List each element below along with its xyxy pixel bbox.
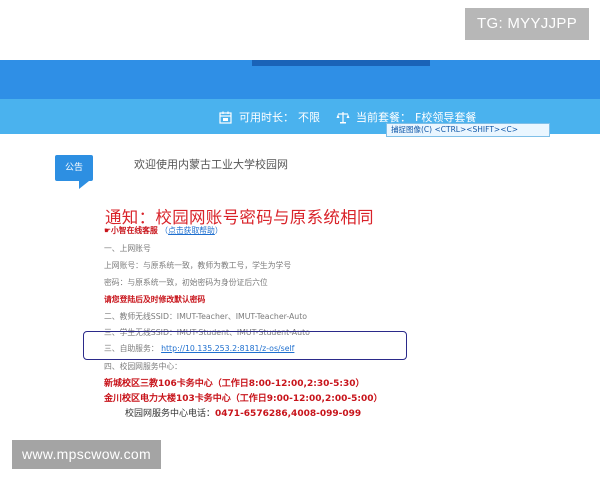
duration-label: 可用时长： (239, 111, 294, 124)
watermark-top: TG: MYYJJPP (465, 8, 589, 40)
screenshot: TG: MYYJJPP 可用时长： 不限 当前套餐： F校领导套餐 捕捉图像(C… (0, 0, 600, 480)
duration-value: 不限 (298, 111, 320, 124)
capture-tooltip: 捕捉图像(C) <CTRL><SHIFT><C> (386, 123, 550, 137)
help-link[interactable]: 点击获取帮助 (168, 226, 215, 235)
service-center-2: 金川校区电力大楼103卡务中心（工作日9:00-12:00,2:00-5:00） (104, 394, 383, 404)
online-service-hint: ☛小智在线客服 (104, 226, 158, 235)
service-phone-number: 0471-6576286,4008-099-099 (215, 409, 362, 419)
welcome-title: 欢迎使用内蒙古工业大学校园网 (134, 158, 288, 171)
notice-line-4: 请您登陆后及时修改默认密码 (104, 295, 206, 304)
watermark-bottom: www.mpscwow.com (12, 440, 161, 469)
notice-line-2: 上网账号：与原系统一致，教师为教工号，学生为学号 (104, 261, 292, 270)
service-center-1: 新城校区三教106卡务中心（工作日8:00-12:00,2:30-5:30） (104, 379, 365, 389)
calendar-icon (219, 111, 232, 124)
scale-icon (336, 111, 350, 124)
service-phone: 校园网服务中心电话：0471-6576286,4008-099-099 (125, 406, 361, 419)
notice-line-1: 一、上网账号 (104, 244, 151, 253)
service-phone-label: 校园网服务中心电话： (125, 409, 216, 419)
notice-line-8: 四、校园网服务中心： (104, 362, 182, 371)
help-line: ☛小智在线客服 （点击获取帮助） (104, 226, 223, 235)
highlight-box (83, 331, 407, 360)
header-tab-indicator (252, 60, 430, 66)
notice-badge: 公告 (55, 155, 93, 181)
notice-line-3: 密码：与原系统一致，初始密码为身份证后六位 (104, 278, 268, 287)
notice-badge-tail (79, 181, 89, 189)
notice-line-5: 二、教师无线SSID：IMUT-Teacher、IMUT-Teacher-Aut… (104, 312, 308, 321)
duration-status: 可用时长： 不限 (219, 108, 320, 126)
